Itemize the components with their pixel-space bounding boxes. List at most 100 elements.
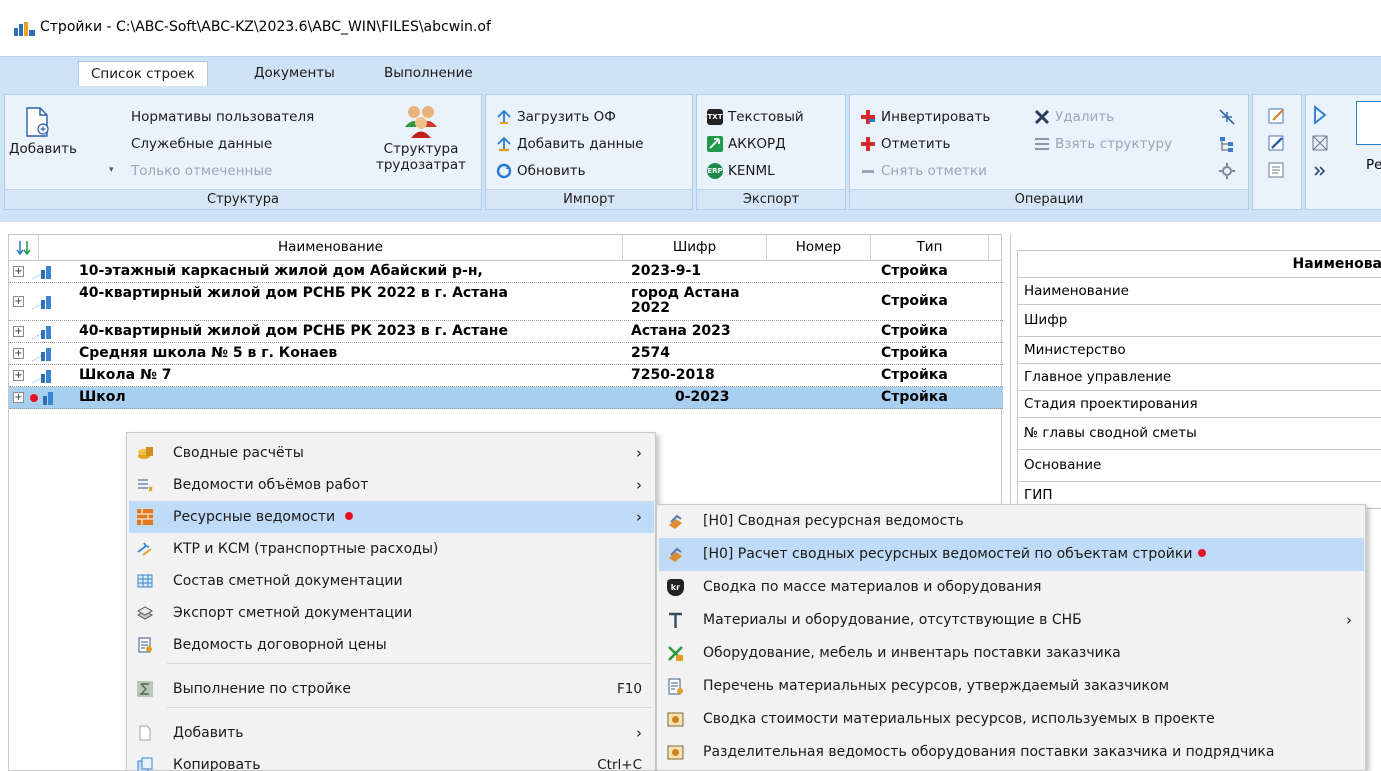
tab-execution[interactable]: Выполнение: [372, 61, 485, 87]
mark-label: Отметить: [881, 136, 951, 152]
edit-document-icon[interactable]: [1267, 106, 1287, 126]
expand-toggle-icon[interactable]: +: [13, 296, 24, 307]
menu-item-label: Ведомости объёмов работ: [173, 477, 369, 493]
menu-item-copy[interactable]: Копировать Ctrl+C: [129, 749, 654, 771]
submenu-arrow-icon: ›: [636, 444, 642, 462]
property-row[interactable]: Министерство: [1017, 337, 1381, 364]
building-icon: [43, 392, 53, 405]
marked-dot-icon: [1198, 549, 1207, 557]
table-row-selected[interactable]: + Школ 0-2023 Стройка: [9, 387, 1003, 409]
expand-toggle-icon[interactable]: +: [13, 266, 24, 277]
ribbon: Добавить ▾ Нормативы пользователя Служеб…: [0, 86, 1381, 222]
row-type: Стройка: [881, 263, 948, 279]
menu-item-summary-calculations[interactable]: Сводные расчёты ›: [129, 437, 654, 469]
table-row[interactable]: + 10-этажный каркасный жилой дом Абайски…: [9, 261, 1003, 283]
menu-item-work-volumes[interactable]: Ведомости объёмов работ ›: [129, 469, 654, 501]
tree-structure-icon[interactable]: [1218, 135, 1236, 153]
ribbon-group-report: Ре: [1305, 94, 1381, 210]
menu-item-contract-price[interactable]: Ведомость договорной цены: [129, 629, 654, 661]
report-button-label[interactable]: Ре: [1366, 157, 1381, 173]
property-row[interactable]: Шифр: [1017, 305, 1381, 337]
only-marked-button[interactable]: Только отмеченные: [131, 163, 272, 179]
column-header-type[interactable]: Тип: [871, 235, 989, 261]
pencil-icon[interactable]: [1267, 133, 1287, 153]
sort-filter-icon[interactable]: [1218, 108, 1236, 126]
add-data-label: Добавить данные: [517, 136, 644, 152]
grid-header: Наименование Шифр Номер Тип: [9, 235, 1001, 261]
tab-site-list[interactable]: Список строек: [78, 61, 208, 87]
building-icon: [31, 370, 51, 384]
ribbon-group-export: TXT Текстовый АККОРД ERP KENML Экспорт: [696, 94, 846, 210]
property-row[interactable]: Стадия проектирования: [1017, 391, 1381, 418]
service-data-button[interactable]: Служебные данные: [131, 136, 272, 152]
submenu-item-summary-resource-statement[interactable]: [Н0] Сводная ресурсная ведомость: [659, 505, 1364, 538]
menu-item-label: Сводка по массе материалов и оборудовани…: [703, 579, 1042, 595]
money-sheet-icon: [667, 712, 684, 727]
envelope-close-icon[interactable]: [1312, 133, 1328, 153]
export-text-button[interactable]: TXT Текстовый: [707, 109, 804, 125]
submenu-item-customer-resource-list[interactable]: Перечень материальных ресурсов, утвержда…: [659, 670, 1364, 703]
property-row[interactable]: № главы сводной сметы: [1017, 418, 1381, 450]
building-icon: [31, 326, 51, 340]
property-row[interactable]: Главное управление: [1017, 364, 1381, 391]
submenu-arrow-icon: ›: [636, 508, 642, 526]
invert-label: Инвертировать: [881, 109, 991, 125]
copy-icon: [137, 757, 153, 771]
table-row[interactable]: + 40-квартирный жилой дом РСНБ РК 2022 в…: [9, 283, 1003, 321]
mark-button[interactable]: Отметить: [860, 136, 950, 152]
sort-order-icon[interactable]: [9, 235, 39, 261]
tab-documents[interactable]: Документы: [242, 61, 347, 87]
submenu-arrow-icon: ›: [1346, 611, 1352, 629]
table-row[interactable]: + 40-квартирный жилой дом РСНБ РК 2023 в…: [9, 321, 1003, 343]
add-dropdown-arrow-icon[interactable]: ▾: [109, 165, 114, 175]
akkord-icon: [707, 136, 723, 152]
play-icon[interactable]: [1312, 105, 1328, 125]
add-button[interactable]: Добавить: [9, 107, 77, 173]
expand-toggle-icon[interactable]: +: [13, 392, 24, 403]
unmark-button[interactable]: Снять отметки: [860, 163, 987, 179]
expand-toggle-icon[interactable]: +: [13, 370, 24, 381]
submenu-item-missing-materials[interactable]: Материалы и оборудование, отсутствующие …: [659, 604, 1364, 637]
table-row[interactable]: + Средняя школа № 5 в г. Конаев 2574 Стр…: [9, 343, 1003, 365]
submenu-item-separation-statement[interactable]: Разделительная ведомость оборудования по…: [659, 736, 1364, 769]
row-code: 2574: [631, 345, 670, 361]
double-chevron-right-icon[interactable]: [1312, 163, 1328, 179]
invert-icon: [861, 110, 875, 124]
report-big-icon[interactable]: [1356, 101, 1381, 145]
column-header-code[interactable]: Шифр: [623, 235, 767, 261]
menu-item-resource-statements[interactable]: Ресурсные ведомости ›: [129, 501, 654, 533]
new-document-icon: [139, 725, 151, 741]
settings-gear-icon[interactable]: [1218, 162, 1236, 180]
labor-structure-button[interactable]: Структура трудозатрат: [369, 103, 473, 179]
submenu-item-material-cost-summary[interactable]: Сводка стоимости материальных ресурсов, …: [659, 703, 1364, 736]
load-of-button[interactable]: Загрузить ОФ: [496, 109, 616, 125]
export-akkord-button[interactable]: АККОРД: [707, 136, 786, 152]
menu-item-site-execution[interactable]: Выполнение по стройке F10: [129, 673, 654, 705]
user-norms-button[interactable]: Нормативы пользователя: [131, 109, 314, 125]
refresh-button[interactable]: Обновить: [496, 163, 586, 179]
add-data-button[interactable]: Добавить данные: [496, 136, 643, 152]
submenu-item-customer-equipment[interactable]: Оборудование, мебель и инвентарь поставк…: [659, 637, 1364, 670]
menu-item-add[interactable]: Добавить ›: [129, 717, 654, 749]
menu-item-label: Сводные расчёты: [173, 445, 304, 461]
column-header-name[interactable]: Наименование: [39, 235, 623, 261]
row-code: 2023-9-1: [631, 263, 702, 279]
properties-icon[interactable]: [1267, 160, 1287, 180]
property-row[interactable]: Наименование: [1017, 278, 1381, 305]
expand-toggle-icon[interactable]: +: [13, 348, 24, 359]
take-structure-button[interactable]: Взять структуру: [1034, 136, 1172, 152]
invert-button[interactable]: Инвертировать: [860, 109, 990, 125]
column-header-number[interactable]: Номер: [767, 235, 871, 261]
export-kenml-button[interactable]: ERP KENML: [707, 163, 775, 179]
submenu-item-calc-by-objects[interactable]: [Н0] Расчет сводных ресурсных ведомостей…: [659, 538, 1364, 571]
submenu-item-mass-summary[interactable]: kг Сводка по массе материалов и оборудов…: [659, 571, 1364, 604]
menu-item-label: Сводка стоимости материальных ресурсов, …: [703, 711, 1215, 727]
menu-item-transport-costs[interactable]: КТР и КСМ (транспортные расходы): [129, 533, 654, 565]
menu-item-estimate-export[interactable]: Экспорт сметной документации: [129, 597, 654, 629]
menu-item-estimate-composition[interactable]: Состав сметной документации: [129, 565, 654, 597]
coins-icon: [138, 447, 153, 459]
table-row[interactable]: + Школа № 7 7250-2018 Стройка: [9, 365, 1003, 387]
delete-button[interactable]: Удалить: [1034, 109, 1114, 125]
property-row[interactable]: Основание: [1017, 450, 1381, 482]
expand-toggle-icon[interactable]: +: [13, 326, 24, 337]
